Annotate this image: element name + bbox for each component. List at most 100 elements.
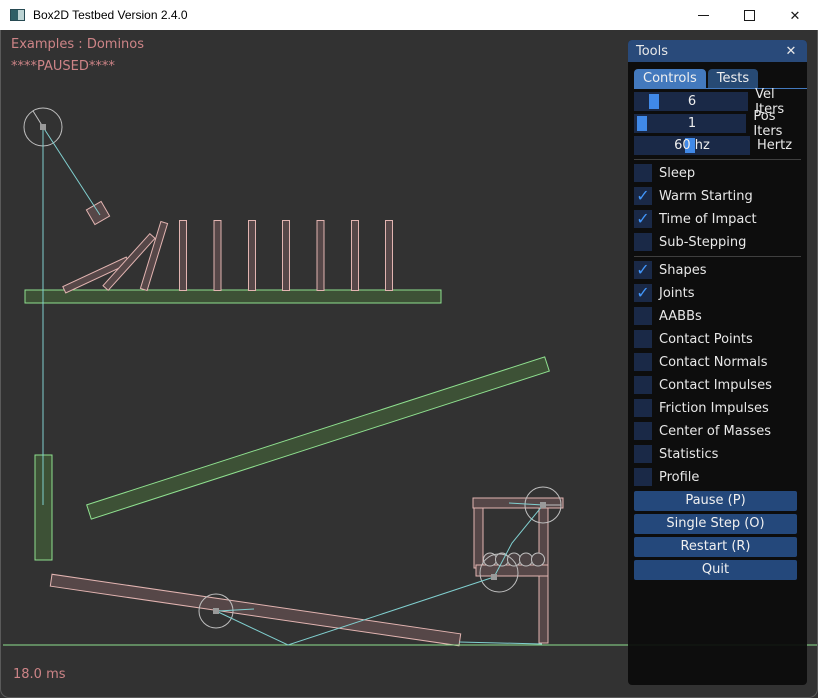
domino (352, 221, 359, 291)
checkbox-center-of-masses[interactable]: Center of Masses (634, 422, 807, 440)
table-top-bar (473, 498, 563, 508)
restart-r-button[interactable]: Restart (R) (634, 537, 797, 557)
slider-vel-iters[interactable]: 6 (634, 92, 748, 111)
ball (496, 553, 509, 566)
checkbox-time-of-impact[interactable]: ✓Time of Impact (634, 210, 807, 228)
checkmark-icon: ✓ (636, 262, 649, 278)
example-label: Examples : Dominos (11, 37, 144, 52)
checkbox-joints[interactable]: ✓ Joints (634, 284, 807, 302)
checkbox-label-shapes: Shapes (659, 263, 706, 278)
minimize-button[interactable] (680, 0, 726, 30)
maximize-button[interactable] (726, 0, 772, 30)
checkbox-label-contact-points: Contact Points (659, 332, 753, 347)
checkbox-statistics[interactable]: Statistics (634, 445, 807, 463)
checkbox-box-center-of-masses (634, 422, 652, 440)
checkbox-warm-starting[interactable]: ✓ Warm Starting (634, 187, 807, 205)
panel-close-icon[interactable]: ✕ (783, 44, 799, 59)
checkbox-shapes[interactable]: ✓ Shapes (634, 261, 807, 279)
checkmark-icon: ✓ (636, 285, 649, 301)
green-ramp (87, 357, 550, 519)
slider-row-hertz: 60 hzHertz (634, 136, 807, 155)
joint-anchor (40, 124, 46, 130)
tools-panel-title: Tools (636, 44, 783, 59)
separator (634, 159, 801, 160)
checkbox-label-joints: Joints (659, 286, 695, 301)
ball (532, 553, 545, 566)
checkbox-contact-normals[interactable]: Contact Normals (634, 353, 807, 371)
checkbox-sleep[interactable]: Sleep (634, 164, 807, 182)
checkbox-contact-impulses[interactable]: Contact Impulses (634, 376, 807, 394)
checkbox-label-profile: Profile (659, 470, 699, 485)
checkbox-label-contact-normals: Contact Normals (659, 355, 768, 370)
quit-button[interactable]: Quit (634, 560, 797, 580)
checkbox-sub-stepping[interactable]: Sub-Stepping (634, 233, 807, 251)
checkbox-friction-impulses[interactable]: Friction Impulses (634, 399, 807, 417)
single-step-o-button[interactable]: Single Step (O) (634, 514, 797, 534)
checkmark-icon: ✓ (636, 188, 649, 204)
checkbox-box-warm-starting: ✓ (634, 187, 652, 205)
minimize-icon (698, 15, 709, 16)
checkbox-box-contact-points (634, 330, 652, 348)
checkbox-box-statistics (634, 445, 652, 463)
checkmark-icon: ✓ (636, 211, 649, 227)
domino (249, 221, 256, 291)
ball-shelf (476, 565, 548, 576)
ball (508, 553, 521, 566)
pause-p-button[interactable]: Pause (P) (634, 491, 797, 511)
checkbox-profile[interactable]: Profile (634, 468, 807, 486)
domino-shelf (25, 290, 441, 303)
checkbox-box-sub-stepping (634, 233, 652, 251)
window-titlebar[interactable]: Box2D Testbed Version 2.4.0 ✕ (0, 0, 818, 30)
joint-anchor (491, 574, 497, 580)
buttons-container: Pause (P) Single Step (O) Restart (R) Quit (634, 491, 807, 580)
checkboxes-container: Sleep ✓ Warm Starting ✓Time of Impact Sub-St… (634, 164, 807, 486)
tab-tests[interactable]: Tests (708, 69, 758, 88)
checkbox-box-aabbs (634, 307, 652, 325)
checkbox-label-friction-impulses: Friction Impulses (659, 401, 769, 416)
panel-body: 6Vel Iters1Pos Iters60 hzHertz Sleep✓War… (628, 89, 807, 580)
checkbox-box-shapes: ✓ (634, 261, 652, 279)
slider-row-pos-iters: 1Pos Iters (634, 114, 807, 133)
checkbox-label-sleep: Sleep (659, 166, 695, 181)
checkbox-label-center-of-masses: Center of Masses (659, 424, 771, 439)
checkbox-box-time-of-impact: ✓ (634, 210, 652, 228)
checkbox-aabbs[interactable]: AABBs (634, 307, 807, 325)
slider-value-vel-iters: 6 (634, 92, 750, 111)
slider-hertz[interactable]: 60 hz (634, 136, 750, 155)
checkbox-label-warm-starting: Warm Starting (659, 189, 753, 204)
slider-value-pos-iters: 1 (634, 114, 750, 133)
checkbox-box-sleep (634, 164, 652, 182)
close-button[interactable]: ✕ (772, 0, 818, 30)
pendulum-box (86, 201, 109, 224)
ball (520, 553, 533, 566)
separator (634, 256, 801, 257)
joint-line (43, 127, 100, 215)
domino (283, 221, 290, 291)
domino (317, 221, 324, 291)
joint-anchor (540, 502, 546, 508)
domino (214, 221, 221, 291)
paused-label: ****PAUSED**** (11, 59, 115, 74)
close-icon: ✕ (790, 9, 801, 22)
tools-panel-titlebar[interactable]: Tools ✕ (628, 40, 807, 62)
frame-time-label: 18.0 ms (13, 667, 66, 682)
domino-leaning (140, 222, 167, 291)
joint-anchor (213, 608, 219, 614)
table-left-post (474, 508, 483, 568)
checkbox-box-friction-impulses (634, 399, 652, 417)
checkbox-box-contact-impulses (634, 376, 652, 394)
checkbox-box-contact-normals (634, 353, 652, 371)
checkbox-label-contact-impulses: Contact Impulses (659, 378, 772, 393)
slider-pos-iters[interactable]: 1 (634, 114, 746, 133)
domino (386, 221, 393, 291)
checkbox-label-statistics: Statistics (659, 447, 718, 462)
tab-controls[interactable]: Controls (634, 69, 706, 88)
domino (180, 221, 187, 291)
tools-panel: Tools ✕ ControlsTests 6Vel Iters1Pos Ite… (628, 40, 807, 685)
seesaw-plank (50, 574, 460, 645)
checkbox-contact-points[interactable]: Contact Points (634, 330, 807, 348)
slider-label-pos-iters: Pos Iters (753, 109, 807, 139)
app-icon (10, 9, 25, 21)
checkbox-label-sub-stepping: Sub-Stepping (659, 235, 746, 250)
checkbox-box-profile (634, 468, 652, 486)
